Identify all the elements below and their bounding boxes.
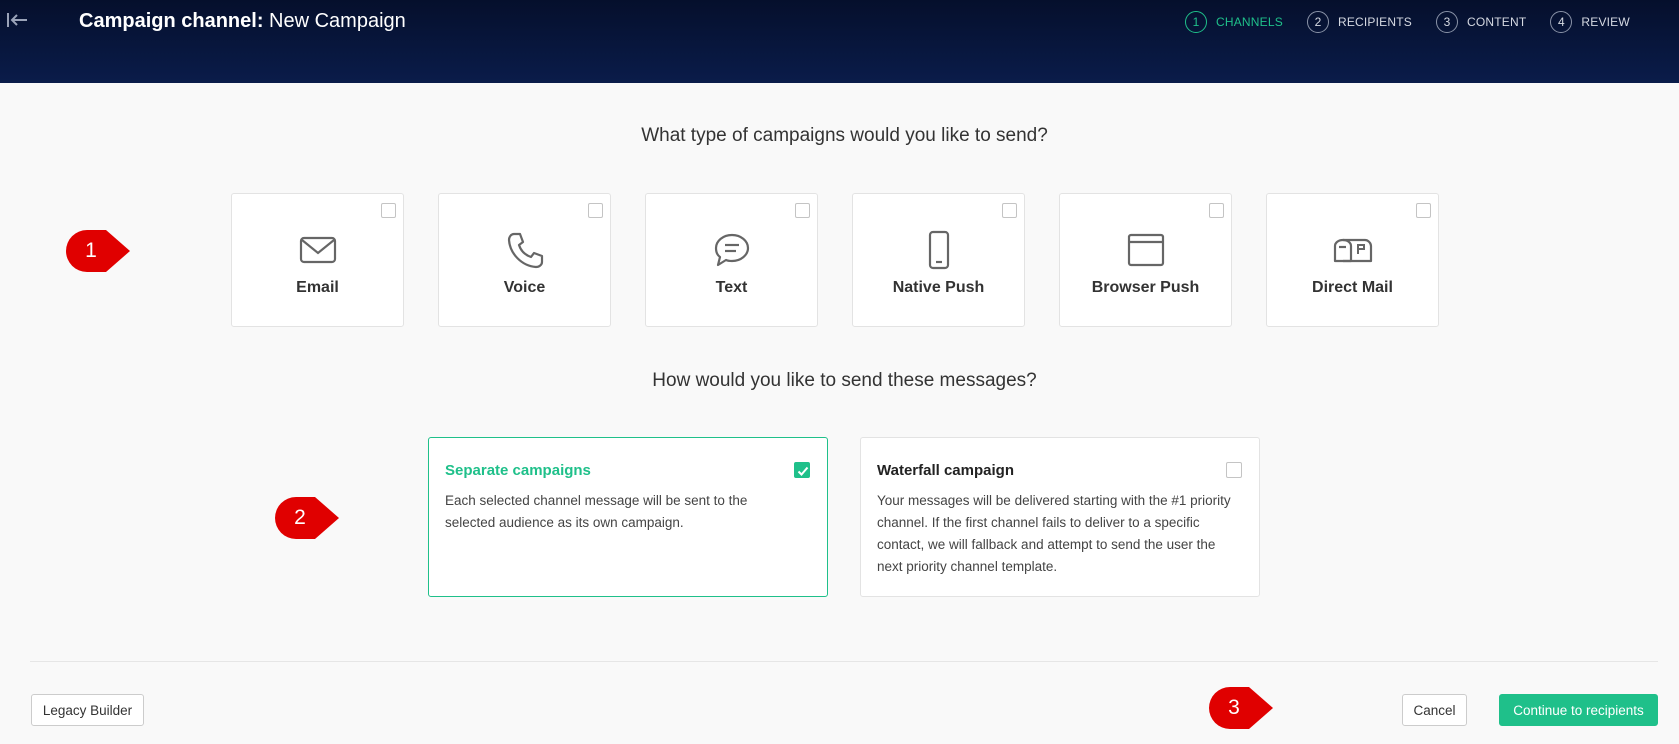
mailbox-icon bbox=[1333, 238, 1372, 263]
checkmark-icon bbox=[797, 466, 809, 476]
option-checkbox[interactable] bbox=[1226, 462, 1242, 478]
step-label: CHANNELS bbox=[1216, 15, 1283, 29]
step-number: 2 bbox=[1306, 11, 1329, 33]
channel-label: Text bbox=[715, 279, 748, 296]
step-number: 1 bbox=[1185, 11, 1207, 33]
channels-question: What type of campaigns would you like to… bbox=[641, 125, 1048, 146]
channel-checkbox[interactable] bbox=[588, 203, 603, 218]
collapse-left-icon[interactable] bbox=[5, 10, 29, 32]
phone-icon bbox=[507, 232, 543, 269]
chat-bubble-icon bbox=[714, 233, 749, 267]
annotation-marker-2: 2 bbox=[275, 497, 339, 539]
separate-campaigns-option[interactable]: Separate campaigns Each selected channel… bbox=[428, 437, 828, 597]
step-channels[interactable]: 1 CHANNELS bbox=[1185, 11, 1283, 33]
step-number: 4 bbox=[1550, 11, 1573, 33]
annotation-marker-1: 1 bbox=[66, 230, 130, 272]
campaign-name: New Campaign bbox=[269, 10, 406, 32]
channel-label: Email bbox=[296, 279, 339, 296]
step-label: RECIPIENTS bbox=[1337, 15, 1412, 29]
step-number: 3 bbox=[1435, 11, 1458, 33]
channel-checkbox[interactable] bbox=[381, 203, 396, 218]
continue-to-recipients-button[interactable]: Continue to recipients bbox=[1499, 694, 1658, 726]
channel-label: Browser Push bbox=[1091, 279, 1200, 296]
channel-card-direct-mail[interactable]: Direct Mail bbox=[1266, 193, 1439, 327]
option-description: Your messages will be delivered starting… bbox=[877, 493, 1231, 574]
step-review[interactable]: 4 REVIEW bbox=[1550, 11, 1630, 33]
option-title: Separate campaigns bbox=[445, 462, 591, 479]
title-prefix: Campaign channel: bbox=[79, 10, 264, 32]
mobile-phone-icon bbox=[928, 230, 949, 270]
step-recipients[interactable]: 2 RECIPIENTS bbox=[1306, 11, 1412, 33]
send-question: How would you like to send these message… bbox=[652, 370, 1037, 391]
cancel-button[interactable]: Cancel bbox=[1402, 694, 1467, 726]
channel-card-browser-push[interactable]: Browser Push bbox=[1059, 193, 1232, 327]
stepper: 1 CHANNELS 2 RECIPIENTS 3 CONTENT 4 REVI… bbox=[1185, 11, 1654, 33]
step-label: CONTENT bbox=[1466, 15, 1527, 29]
channel-checkbox[interactable] bbox=[1416, 203, 1431, 218]
step-content[interactable]: 3 CONTENT bbox=[1435, 11, 1527, 33]
page-title: Campaign channel: New Campaign bbox=[79, 10, 406, 33]
option-description: Each selected channel message will be se… bbox=[445, 493, 748, 530]
channel-label: Native Push bbox=[892, 279, 985, 296]
channel-checkbox[interactable] bbox=[1002, 203, 1017, 218]
channel-checkbox[interactable] bbox=[795, 203, 810, 218]
channel-card-native-push[interactable]: Native Push bbox=[852, 193, 1025, 327]
channel-label: Direct Mail bbox=[1312, 279, 1393, 296]
marker-number: 3 bbox=[1228, 696, 1240, 719]
channel-card-email[interactable]: Email bbox=[231, 193, 404, 327]
channel-card-voice[interactable]: Voice bbox=[438, 193, 611, 327]
waterfall-campaign-option[interactable]: Waterfall campaign Your messages will be… bbox=[860, 437, 1260, 597]
browser-window-icon bbox=[1127, 233, 1164, 267]
channel-card-text[interactable]: Text bbox=[645, 193, 818, 327]
option-title: Waterfall campaign bbox=[877, 462, 1014, 479]
footer-divider bbox=[30, 661, 1658, 662]
marker-number: 2 bbox=[294, 506, 306, 529]
step-label: REVIEW bbox=[1581, 15, 1630, 29]
envelope-icon bbox=[299, 236, 336, 264]
top-bar: Campaign channel: New Campaign 1 CHANNEL… bbox=[0, 0, 1679, 83]
marker-number: 1 bbox=[85, 239, 97, 262]
channel-label: Voice bbox=[503, 279, 546, 296]
annotation-marker-3: 3 bbox=[1209, 687, 1273, 729]
legacy-builder-button[interactable]: Legacy Builder bbox=[31, 694, 144, 726]
channel-checkbox[interactable] bbox=[1209, 203, 1224, 218]
option-checkbox[interactable] bbox=[794, 462, 810, 478]
